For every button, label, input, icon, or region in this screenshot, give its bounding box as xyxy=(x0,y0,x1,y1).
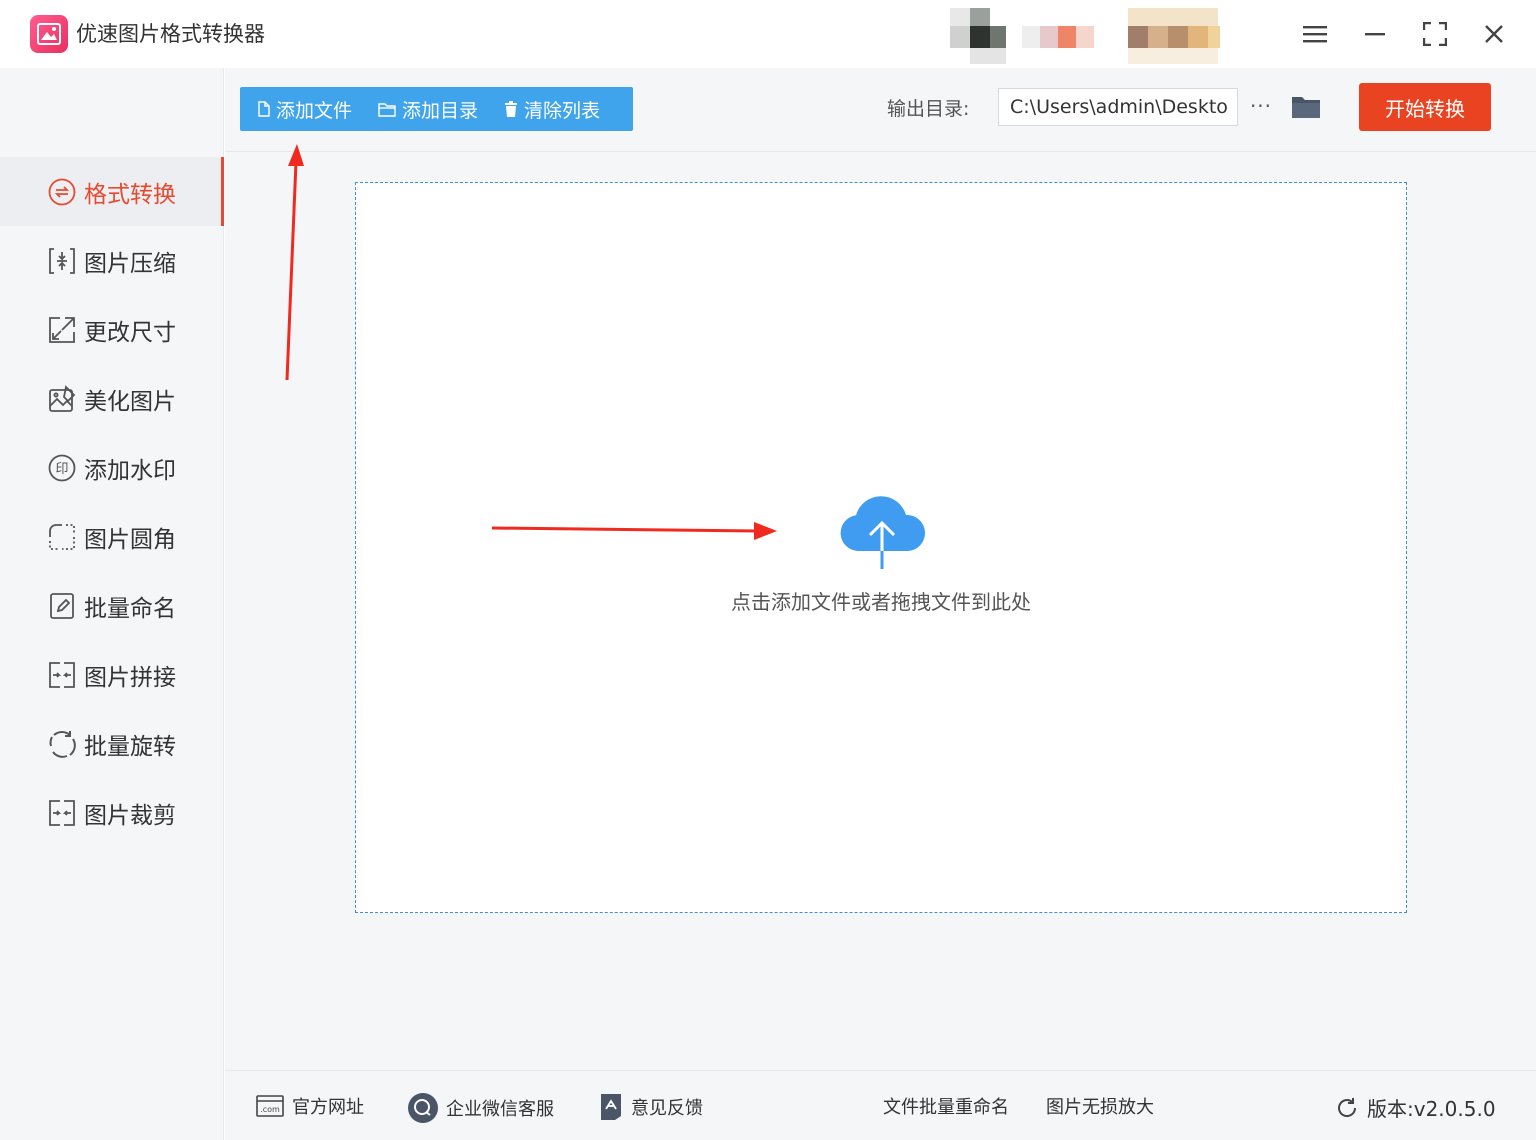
maximize-button[interactable] xyxy=(1417,16,1453,52)
wechat-label: 企业微信客服 xyxy=(446,1099,554,1120)
clear-list-button[interactable]: 清除列表 xyxy=(504,87,600,131)
feedback-link[interactable]: 意见反馈 xyxy=(599,1093,703,1121)
app-title: 优速图片格式转换器 xyxy=(76,22,265,46)
compress-icon xyxy=(48,247,76,275)
add-folder-label: 添加目录 xyxy=(402,99,479,122)
sidebar-item-format-convert[interactable]: 格式转换 xyxy=(0,157,224,226)
file-icon xyxy=(258,101,270,117)
sidebar-item-label: 图片压缩 xyxy=(84,250,176,277)
sidebar-item-stitch[interactable]: 图片拼接 xyxy=(0,640,224,709)
sidebar-item-crop[interactable]: 图片裁剪 xyxy=(0,778,224,847)
sidebar-item-label: 格式转换 xyxy=(84,181,176,208)
trash-icon xyxy=(505,101,518,117)
close-button[interactable] xyxy=(1476,16,1512,52)
output-dir-field[interactable]: C:\Users\admin\Deskto xyxy=(998,88,1238,126)
sidebar-item-label: 批量旋转 xyxy=(84,733,176,760)
official-website-link[interactable]: .com 官方网址 xyxy=(256,1093,364,1119)
hamburger-icon xyxy=(1303,26,1327,43)
minimize-button[interactable] xyxy=(1357,16,1393,52)
sidebar-item-label: 图片圆角 xyxy=(84,526,176,553)
clear-list-label: 清除列表 xyxy=(524,99,601,122)
open-folder-icon xyxy=(1292,97,1320,118)
drop-hint-text: 点击添加文件或者拖拽文件到此处 xyxy=(731,590,1031,614)
wechat-icon xyxy=(408,1093,438,1123)
feedback-icon xyxy=(601,1094,621,1120)
website-icon: .com xyxy=(256,1095,284,1117)
sidebar-item-label: 美化图片 xyxy=(84,388,176,415)
sidebar-item-rotate[interactable]: 批量旋转 xyxy=(0,709,224,778)
close-icon xyxy=(1485,25,1503,43)
feedback-label: 意见反馈 xyxy=(631,1098,703,1119)
minimize-icon xyxy=(1365,33,1385,36)
resize-icon xyxy=(48,316,76,344)
sidebar-item-label: 添加水印 xyxy=(84,457,176,484)
lossless-enlarge-label: 图片无损放大 xyxy=(1046,1097,1154,1118)
sidebar-item-label: 批量命名 xyxy=(84,595,176,622)
cloud-upload-icon xyxy=(840,496,926,569)
sidebar-item-rename[interactable]: 批量命名 xyxy=(0,571,224,640)
folder-icon xyxy=(378,102,396,117)
lossless-enlarge-link[interactable]: 图片无损放大 xyxy=(1046,1093,1154,1119)
open-folder-button[interactable] xyxy=(1289,90,1323,124)
sidebar-item-resize[interactable]: 更改尺寸 xyxy=(0,295,224,364)
output-dir-label: 输出目录: xyxy=(887,98,970,120)
batch-rename-label: 文件批量重命名 xyxy=(883,1097,1009,1118)
rounded-corner-icon xyxy=(48,523,76,551)
sidebar-item-label: 图片拼接 xyxy=(84,664,176,691)
version-info[interactable]: 版本:v2.0.5.0 xyxy=(1335,1093,1496,1122)
file-drop-zone[interactable]: 点击添加文件或者拖拽文件到此处 xyxy=(355,182,1407,913)
sidebar: 格式转换 图片压缩 更改尺寸 美化图片 印 添加水印 图片圆角 批量命名 图片拼… xyxy=(0,68,224,1140)
add-folder-button[interactable]: 添加目录 xyxy=(378,87,478,131)
rename-icon xyxy=(48,592,76,620)
svg-text:印: 印 xyxy=(55,462,68,477)
sidebar-item-rounded-corner[interactable]: 图片圆角 xyxy=(0,502,224,571)
beautify-icon xyxy=(48,384,76,413)
svg-text:.com: .com xyxy=(260,1105,280,1114)
batch-rename-link[interactable]: 文件批量重命名 xyxy=(883,1093,1009,1119)
crop-icon xyxy=(48,799,76,827)
rotate-icon xyxy=(48,730,76,758)
wechat-service-link[interactable]: 企业微信客服 xyxy=(408,1093,554,1123)
more-options-button[interactable]: ··· xyxy=(1247,88,1275,124)
pixelated-user-info xyxy=(950,8,1270,66)
toolbar: 添加文件 添加目录 清除列表 输出目录: C:\Users\admin\Desk… xyxy=(225,68,1536,152)
version-label: 版本:v2.0.5.0 xyxy=(1367,1097,1496,1121)
add-file-label: 添加文件 xyxy=(276,99,353,122)
sidebar-item-compress[interactable]: 图片压缩 xyxy=(0,226,224,295)
convert-icon xyxy=(48,178,76,206)
website-label: 官方网址 xyxy=(292,1097,364,1118)
footer-bar: .com 官方网址 企业微信客服 意见反馈 文件批量重命名 图片无损放大 版本:… xyxy=(225,1070,1536,1140)
sidebar-item-label: 图片裁剪 xyxy=(84,802,176,829)
title-bar: 优速图片格式转换器 xyxy=(0,0,1536,68)
sidebar-item-label: 更改尺寸 xyxy=(84,319,176,346)
start-convert-button[interactable]: 开始转换 xyxy=(1359,83,1491,131)
sidebar-item-watermark[interactable]: 印 添加水印 xyxy=(0,433,224,502)
menu-button[interactable] xyxy=(1297,16,1333,52)
main-panel: 添加文件 添加目录 清除列表 输出目录: C:\Users\admin\Desk… xyxy=(225,68,1536,1140)
stitch-icon xyxy=(48,661,76,689)
file-button-group: 添加文件 添加目录 清除列表 xyxy=(240,87,633,131)
refresh-icon xyxy=(1338,1097,1357,1117)
fullscreen-icon xyxy=(1423,22,1447,46)
sidebar-item-beautify[interactable]: 美化图片 xyxy=(0,364,224,433)
watermark-icon: 印 xyxy=(48,454,76,482)
app-logo-icon xyxy=(30,15,68,53)
add-file-button[interactable]: 添加文件 xyxy=(258,87,352,131)
